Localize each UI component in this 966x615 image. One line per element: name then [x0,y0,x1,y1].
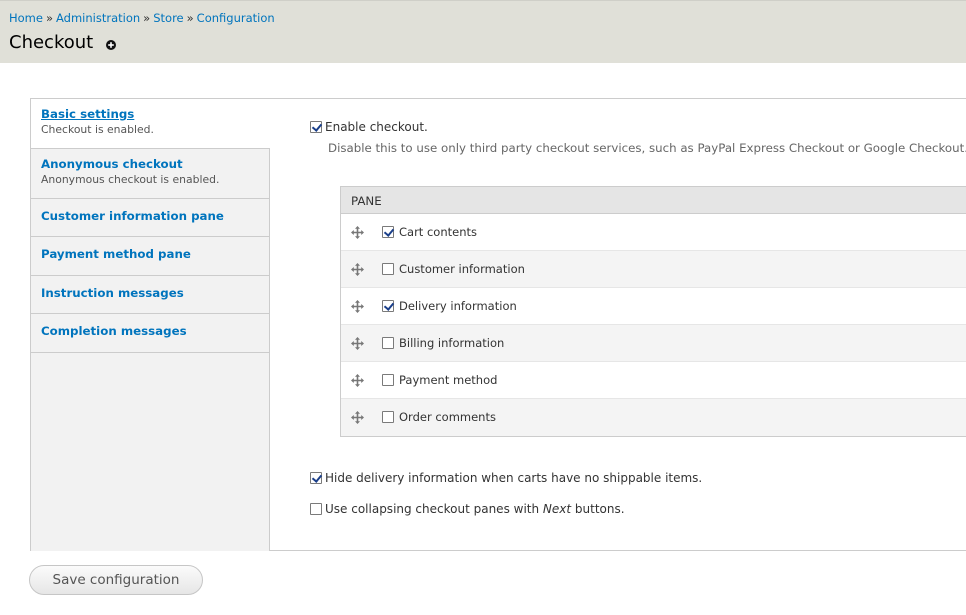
vtab-instruction-messages[interactable]: Instruction messages [31,276,269,314]
breadcrumb-configuration[interactable]: Configuration [197,11,275,25]
vtab-summary: Anonymous checkout is enabled. [41,173,220,186]
table-row: Order comments [341,399,966,436]
table-row: Customer information [341,251,966,288]
collapsing-panes-label[interactable]: Use collapsing checkout panes with Next … [325,502,625,516]
pane-label[interactable]: Customer information [399,262,525,276]
drag-handle-icon[interactable] [351,263,364,276]
breadcrumb-administration[interactable]: Administration [56,11,140,25]
table-row: Billing information [341,325,966,362]
drag-handle-icon[interactable] [351,337,364,350]
breadcrumb-separator: » [45,11,54,25]
pane-checkbox-cart-contents[interactable] [382,226,394,238]
pane-checkbox-order-comments[interactable] [382,411,394,423]
vtab-title: Anonymous checkout [41,157,183,171]
enable-checkout-label[interactable]: Enable checkout. [325,120,428,134]
table-row: Delivery information [341,288,966,325]
pane-table-header: PANE [341,187,966,214]
collapsing-panes-label-next: Next [542,501,572,516]
enable-checkout-checkbox[interactable] [310,120,322,133]
hide-delivery-label[interactable]: Hide delivery information when carts hav… [325,471,702,485]
plus-circle-icon[interactable] [106,40,116,50]
pane-label[interactable]: Order comments [399,410,496,424]
vtab-title: Customer information pane [41,209,224,223]
save-configuration-button[interactable]: Save configuration [29,565,203,595]
pane-label[interactable]: Payment method [399,373,497,387]
breadcrumb-separator: » [186,11,194,25]
collapsing-panes-checkbox[interactable] [310,502,322,515]
pane-label[interactable]: Billing information [399,336,504,350]
breadcrumb-separator: » [143,11,151,25]
vtab-basic-settings[interactable]: Basic settings Checkout is enabled. [31,99,270,149]
vertical-tab-list: Basic settings Checkout is enabled. Anon… [30,99,270,551]
pane-table: PANE Cart contents Customer information … [340,186,966,437]
page-title: Checkout [9,32,94,53]
pane-checkbox-billing-information[interactable] [382,337,394,349]
vtab-summary: Checkout is enabled. [41,123,154,136]
breadcrumb: Home» Administration» Store» Configuration [9,11,275,25]
vtab-completion-messages[interactable]: Completion messages [31,314,269,353]
collapsing-panes-label-start: Use collapsing checkout panes with [325,501,543,516]
vtab-title: Completion messages [41,324,187,338]
pane-checkbox-customer-information[interactable] [382,263,394,275]
breadcrumb-store[interactable]: Store [153,11,183,25]
pane-checkbox-payment-method[interactable] [382,374,394,386]
vtab-title: Instruction messages [41,286,184,300]
vertical-tabs: Basic settings Checkout is enabled. Anon… [30,98,966,551]
basic-settings-panel: Enable checkout. Disable this to use onl… [300,99,966,551]
page-header: Home» Administration» Store» Configuration … [0,0,966,63]
breadcrumb-home[interactable]: Home [9,11,43,25]
drag-handle-icon[interactable] [351,374,364,387]
vtab-payment-method-pane[interactable]: Payment method pane [31,237,269,276]
table-row: Payment method [341,362,966,399]
collapsing-panes-item: Use collapsing checkout panes with Next … [310,501,625,516]
pane-label[interactable]: Cart contents [399,225,477,239]
hide-delivery-checkbox[interactable] [310,471,322,484]
vtab-title: Basic settings [41,107,135,121]
vtab-anonymous-checkout[interactable]: Anonymous checkout Anonymous checkout is… [31,149,269,199]
pane-checkbox-delivery-information[interactable] [382,300,394,312]
table-row: Cart contents [341,214,966,251]
vtab-title: Payment method pane [41,247,191,261]
enable-checkout-item: Enable checkout. [310,119,428,134]
drag-handle-icon[interactable] [351,300,364,313]
drag-handle-icon[interactable] [351,226,364,239]
enable-checkout-description: Disable this to use only third party che… [328,141,966,155]
pane-label[interactable]: Delivery information [399,299,517,313]
hide-delivery-item: Hide delivery information when carts hav… [310,470,702,485]
collapsing-panes-label-end: buttons. [571,501,625,516]
drag-handle-icon[interactable] [351,411,364,424]
vtab-customer-information-pane[interactable]: Customer information pane [31,199,269,237]
